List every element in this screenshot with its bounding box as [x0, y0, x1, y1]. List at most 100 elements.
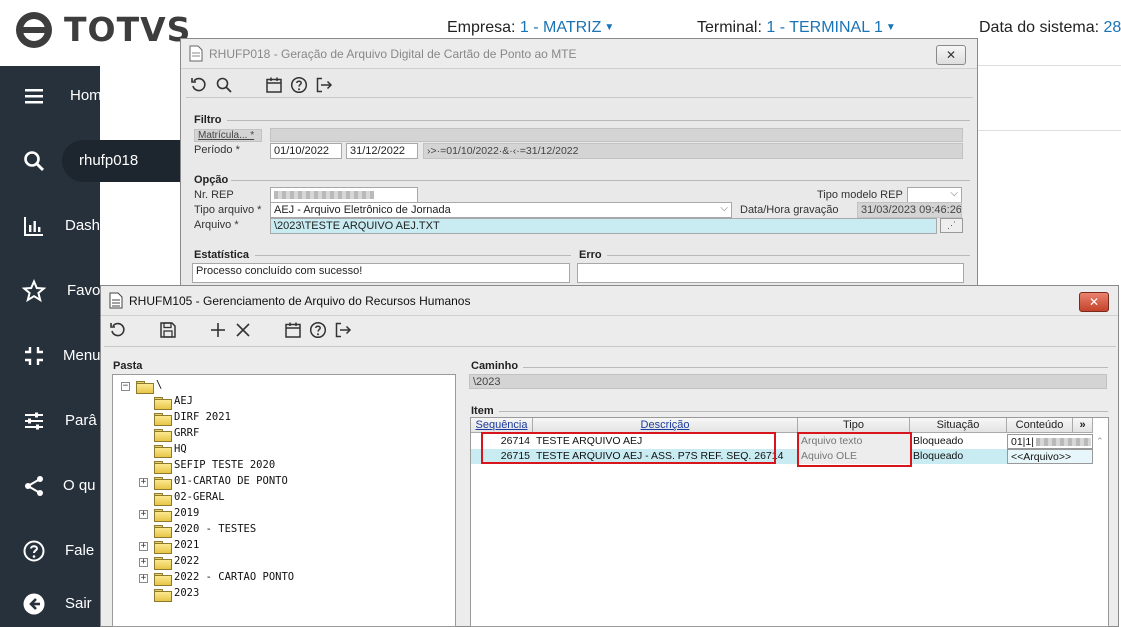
vertical-scrollbar[interactable]: ⌃	[1093, 434, 1108, 626]
tree-node-label: HQ	[174, 443, 187, 455]
calendar-icon[interactable]	[284, 321, 302, 339]
nr-rep-field[interactable]	[270, 187, 418, 203]
window-title: RHUFM105 - Gerenciamento de Arquivo do R…	[129, 294, 471, 308]
system-date-value: 28/0	[1103, 19, 1121, 36]
folder-tree[interactable]: − \ AEJ DIRF 2021 GRRF HQ SEFIP TESTE 2020 +01-…	[112, 374, 456, 627]
toolbar-divider	[104, 346, 1116, 347]
folder-icon	[154, 429, 172, 442]
folder-icon	[154, 525, 172, 538]
matricula-label: Matrícula... *	[194, 129, 262, 142]
tree-node[interactable]: +2022	[113, 555, 453, 570]
tree-node[interactable]: 02-GERAL	[113, 491, 453, 506]
tree-node[interactable]: HQ	[113, 443, 453, 458]
tree-node[interactable]: 2023	[113, 587, 453, 602]
exit-icon[interactable]	[315, 76, 333, 94]
add-icon[interactable]	[209, 321, 227, 339]
tree-node[interactable]: 2020 - TESTES	[113, 523, 453, 538]
expand-node-icon[interactable]: +	[139, 478, 148, 487]
group-line	[227, 120, 970, 121]
exit-icon[interactable]	[334, 321, 352, 339]
scroll-up-icon[interactable]: ⌃	[1096, 436, 1104, 447]
sidebar-item-label: Fale	[65, 542, 95, 559]
folder-icon	[154, 445, 172, 458]
search-icon[interactable]	[215, 76, 233, 94]
help-icon	[23, 540, 45, 562]
sidebar-item-label: Dashboard	[65, 217, 139, 234]
tree-node-label: DIRF 2021	[174, 411, 231, 423]
close-button[interactable]: ✕	[1079, 292, 1109, 312]
expand-node-icon[interactable]: +	[139, 510, 148, 519]
col-header-more-button[interactable]: »	[1073, 418, 1093, 433]
sidebar-item-home[interactable]: Home	[0, 76, 130, 116]
star-icon	[22, 279, 46, 303]
save-icon[interactable]	[159, 321, 177, 339]
tipo-modelo-rep-select[interactable]: ⌵	[907, 187, 962, 203]
tree-node-label: 2019	[174, 507, 200, 519]
folder-icon	[154, 557, 172, 570]
tree-node-label: SEFIP TESTE 2020	[174, 459, 276, 471]
estatistica-group-title: Estatística	[194, 249, 250, 261]
expand-node-icon[interactable]: +	[139, 542, 148, 551]
help-icon[interactable]	[309, 321, 327, 339]
tree-node[interactable]: DIRF 2021	[113, 411, 453, 426]
sidebar-item-search[interactable]	[0, 141, 60, 181]
periodo-fim-field[interactable]: 31/12/2022	[346, 143, 418, 159]
tree-node[interactable]: +2021	[113, 539, 453, 554]
tipo-modelo-rep-label: Tipo modelo REP	[817, 189, 903, 201]
tree-node[interactable]: GRRF	[113, 427, 453, 442]
folder-icon	[154, 589, 172, 602]
help-icon[interactable]	[290, 76, 308, 94]
row-situacao: Bloqueado	[913, 435, 964, 447]
group-line	[607, 255, 970, 256]
arquivo-label: Arquivo *	[194, 219, 239, 231]
page-divider	[976, 130, 1121, 131]
close-button[interactable]: ✕	[936, 45, 966, 65]
arquivo-field[interactable]: \2023\TESTE ARQUIVO AEJ.TXT	[270, 218, 937, 234]
folder-icon	[154, 397, 172, 410]
tree-node[interactable]: +2022 - CARTAO PONTO	[113, 571, 453, 586]
folder-icon	[154, 509, 172, 522]
refresh-icon[interactable]	[190, 76, 208, 94]
tree-node[interactable]: SEFIP TESTE 2020	[113, 459, 453, 474]
group-line	[499, 411, 1108, 412]
tipo-arquivo-value: AEJ - Arquivo Eletrônico de Jornada	[274, 204, 451, 216]
expand-node-icon[interactable]: +	[139, 574, 148, 583]
row-conteudo: <<Arquivo>>	[1007, 449, 1093, 464]
delete-icon[interactable]	[234, 321, 252, 339]
opcao-group-title: Opção	[194, 174, 229, 186]
col-header-descricao[interactable]: Descrição	[533, 418, 798, 433]
col-header-sequencia[interactable]: Sequência	[471, 418, 533, 433]
data-hora-gravacao-value: 31/03/2023 09:46:26	[857, 202, 962, 218]
col-header-tipo[interactable]: Tipo	[798, 418, 910, 433]
terminal-value: 1 - TERMINAL 1	[766, 19, 883, 36]
browse-file-button[interactable]: ⋰	[940, 218, 963, 233]
group-line	[523, 367, 1108, 368]
calendar-icon[interactable]	[265, 76, 283, 94]
tree-node[interactable]: − \	[113, 379, 453, 394]
col-header-situacao[interactable]: Situação	[910, 418, 1007, 433]
refresh-icon[interactable]	[109, 321, 127, 339]
caminho-group-title: Caminho	[471, 360, 519, 372]
folder-icon	[154, 493, 172, 506]
collapse-node-icon[interactable]: −	[121, 382, 130, 391]
periodo-inicio-field[interactable]: 01/10/2022	[270, 143, 342, 159]
brand-name: TOTVS	[64, 10, 192, 49]
expand-node-icon[interactable]: +	[139, 558, 148, 567]
item-group-title: Item	[471, 405, 494, 417]
menu-icon	[25, 89, 43, 104]
sidebar-item-dashboard[interactable]: Dashboard	[0, 206, 138, 246]
erro-group-title: Erro	[579, 249, 602, 261]
exit-icon	[23, 593, 45, 615]
tree-node[interactable]: +2019	[113, 507, 453, 522]
tree-node[interactable]: +01-CARTAO DE PONTO	[113, 475, 453, 490]
estatistica-field: Processo concluído com sucesso!	[192, 263, 570, 283]
tipo-arquivo-select[interactable]: AEJ - Arquivo Eletrônico de Jornada ⌵	[270, 202, 732, 218]
folder-icon	[154, 541, 172, 554]
empresa-selector[interactable]: Empresa: 1 - MATRIZ ▼	[447, 19, 614, 37]
group-line	[231, 180, 970, 181]
tree-node[interactable]: AEJ	[113, 395, 453, 410]
terminal-selector[interactable]: Terminal: 1 - TERMINAL 1 ▼	[697, 19, 896, 37]
col-header-conteudo[interactable]: Conteúdo	[1007, 418, 1073, 433]
row-conteudo-value: 01|1|	[1011, 436, 1034, 448]
matricula-field[interactable]	[270, 128, 963, 142]
